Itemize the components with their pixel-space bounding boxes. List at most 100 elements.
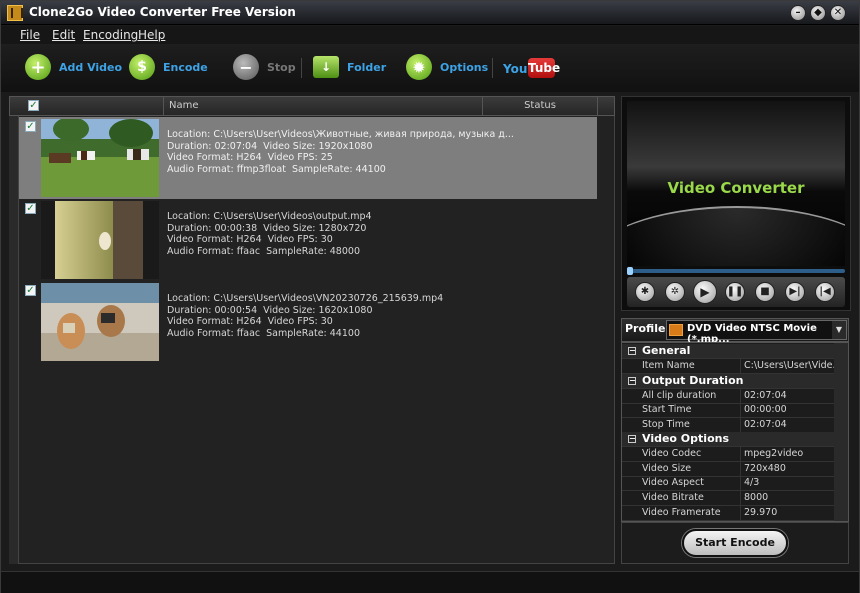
column-status[interactable]: Status [483,97,598,115]
group-general[interactable]: − General [622,344,834,359]
menu-edit[interactable]: Edit [52,28,75,42]
prop-row[interactable]: Video Size 720x480 [622,462,834,477]
item-size: Video Size: 1620x1080 [263,304,373,316]
profile-label: Profile [625,322,666,335]
prop-row[interactable]: Video Framerate 29.970 [622,506,834,521]
options-button[interactable]: ✹ Options [406,52,488,82]
prop-row[interactable]: All clip duration 02:07:04 [622,389,834,404]
video-thumbnail [41,283,159,361]
collapse-icon[interactable]: − [628,377,636,385]
item-details: Location: C:\Users\User\Videos\VN2023072… [167,293,443,339]
seek-bar[interactable] [627,269,845,273]
maximize-button[interactable]: ◆ [810,5,826,21]
window-title: Clone2Go Video Converter Free Version [29,5,296,19]
item-audio: Audio Format: ffaac [167,327,261,339]
snapshot-icon[interactable]: ✱ [635,282,655,302]
menu-encoding[interactable]: Encoding [83,28,138,42]
collapse-icon[interactable]: − [628,347,636,355]
list-header: ✓ Name Status [9,96,615,116]
folder-button[interactable]: ↓ Folder [313,52,386,82]
item-size: Video Size: 1280x720 [263,222,367,234]
toolbar-separator [492,58,493,78]
item-samplerate: SampleRate: 44100 [266,327,360,339]
item-details: Location: C:\Users\User\Videos\Животные,… [167,129,514,175]
status-bar [1,571,859,593]
list-side-strip: › [9,96,19,564]
preview-screen: Video Converter [627,101,845,266]
properties-grid[interactable]: − General Item Name C:\Users\User\Vide..… [621,342,849,522]
group-output-duration[interactable]: − Output Duration [622,374,834,389]
youtube-tube-badge[interactable]: Tube [528,58,560,78]
chevron-down-icon[interactable]: ▼ [832,321,846,339]
previous-icon[interactable]: |◀ [815,282,835,302]
item-audio: Audio Format: ffaac [167,245,261,257]
plus-icon: + [25,54,51,80]
item-format: Video Format: H264 [167,316,262,327]
item-checkbox[interactable]: ✓ [25,203,36,214]
encode-button[interactable]: $ Encode [129,52,208,82]
toolbar: + Add Video $ Encode − Stop ↓ Folder ✹ O… [1,44,859,92]
add-video-button[interactable]: + Add Video [25,52,122,82]
menu-help[interactable]: Help [138,28,165,42]
menu-file[interactable]: File [20,28,40,42]
properties-scrollbar[interactable] [834,343,848,521]
column-name[interactable]: Name [165,97,483,115]
add-video-label: Add Video [59,60,123,74]
folder-icon: ↓ [313,56,339,78]
prop-row[interactable]: Video Bitrate 8000 [622,491,834,506]
youtube-you-text[interactable]: You [503,62,527,76]
prop-row[interactable]: Video Aspect 4/3 [622,476,834,491]
seek-handle[interactable] [627,267,633,275]
app-window: Clone2Go Video Converter Free Version – … [0,0,860,593]
toolbar-separator [301,58,302,78]
prop-row[interactable]: Stop Time 02:07:04 [622,418,834,433]
item-location: Location: C:\Users\User\Videos\VN2023072… [167,293,444,304]
item-checkbox[interactable]: ✓ [25,121,36,132]
stop-icon[interactable]: ■ [755,282,775,302]
item-details: Location: C:\Users\User\Videos\output.mp… [167,211,372,257]
folder-label: Folder [347,60,387,74]
item-format: Video Format: H264 [167,234,262,245]
collapse-icon[interactable]: − [628,435,636,443]
stop-button[interactable]: − Stop [233,52,296,82]
preview-title: Video Converter [667,179,805,197]
item-fps: Video FPS: 30 [267,234,333,245]
list-item[interactable]: ✓ Location: C:\Users\User\Videos\Животны… [19,117,597,199]
gear-icon: ✹ [406,54,432,80]
item-fps: Video FPS: 30 [267,316,333,327]
item-samplerate: SampleRate: 44100 [291,163,386,175]
encode-label: Encode [163,60,208,74]
header-checkbox-cell: ✓ [20,97,164,115]
start-encode-button[interactable]: Start Encode [682,529,788,557]
settings-icon[interactable]: ✲ [665,282,685,302]
item-fps: Video FPS: 25 [267,152,333,163]
list-item[interactable]: ✓ Location: C:\Users\User\Videos\output.… [19,199,597,281]
video-thumbnail [41,201,159,279]
item-size: Video Size: 1920x1080 [263,140,373,152]
prop-row[interactable]: Item Name C:\Users\User\Vide... [622,359,834,374]
video-thumbnail [41,119,159,197]
menu-bar: File Edit Encoding Help [1,26,859,44]
close-button[interactable]: ✕ [830,5,846,21]
item-format: Video Format: H264 [167,152,262,163]
item-location: Location: C:\Users\User\Videos\Животные,… [167,129,514,140]
item-checkbox[interactable]: ✓ [25,285,36,296]
item-duration: Duration: 02:07:04 [167,140,258,152]
pause-icon[interactable]: ❚❚ [725,282,745,302]
group-video-options[interactable]: − Video Options [622,432,834,447]
options-label: Options [440,60,489,74]
item-audio: Audio Format: ffmp3float [167,163,286,175]
next-frame-icon[interactable]: ▶| [785,282,805,302]
item-duration: Duration: 00:00:38 [167,222,258,234]
prop-row[interactable]: Start Time 00:00:00 [622,403,834,418]
item-duration: Duration: 00:00:54 [167,304,258,316]
prop-row[interactable]: Video Codec mpeg2video [622,447,834,462]
play-icon[interactable]: ▶ [693,280,717,304]
list-item[interactable]: ✓ Location: C:\Users\User\Videos\VN20230… [19,281,597,363]
stop-label: Stop [267,60,296,74]
select-all-checkbox[interactable]: ✓ [28,100,39,111]
title-bar[interactable]: Clone2Go Video Converter Free Version – … [1,1,859,25]
stop-icon: − [233,54,259,80]
minimize-button[interactable]: – [790,5,806,21]
item-location: Location: C:\Users\User\Videos\output.mp… [167,211,372,222]
